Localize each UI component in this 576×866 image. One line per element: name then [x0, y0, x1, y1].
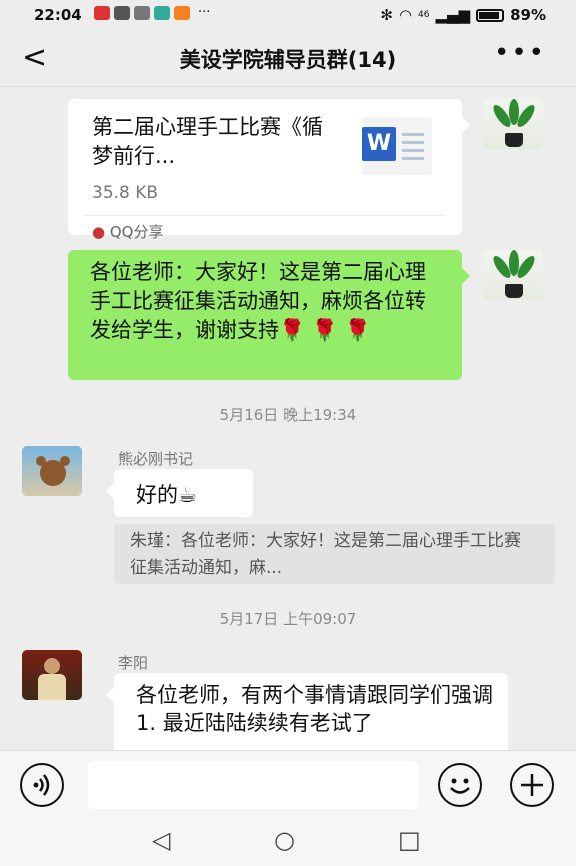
- system-recents-button[interactable]: □: [398, 826, 421, 854]
- notification-icons: ···: [94, 5, 210, 20]
- message-list[interactable]: 第二届心理手工比赛《循梦前行... 35.8 KB W ● QQ分享 各位老师：…: [0, 86, 576, 750]
- bluetooth-icon: ✻: [380, 6, 393, 24]
- chat-title: 美设学院辅导员群(14): [179, 48, 397, 72]
- clock: 22:04: [34, 6, 82, 24]
- wifi-icon: ◠: [398, 6, 413, 24]
- file-source: ● QQ分享: [92, 223, 164, 241]
- battery-icon: [476, 8, 505, 22]
- qq-icon: ●: [92, 223, 106, 241]
- voice-icon[interactable]: [20, 763, 64, 807]
- status-bar: 22:04 ··· ✻ ◠ 46 ▂▄▆ 89%: [0, 0, 576, 30]
- system-status: ✻ ◠ 46 ▂▄▆ 89%: [380, 6, 546, 24]
- sender-name: 李阳: [118, 654, 149, 672]
- file-name: 第二届心理手工比赛《循梦前行...: [92, 115, 323, 168]
- more-options-button[interactable]: •••: [494, 38, 546, 68]
- timestamp: 5月17日 上午09:07: [219, 610, 357, 628]
- app-notification-icon: [114, 5, 130, 20]
- avatar[interactable]: [22, 446, 82, 496]
- system-home-button[interactable]: ○: [274, 826, 295, 854]
- own-text-message[interactable]: 各位老师：大家好！这是第二届心理手工比赛征集活动通知，麻烦各位转发给学生，谢谢支…: [68, 250, 470, 380]
- sender-name: 熊必刚书记: [118, 450, 194, 468]
- avatar[interactable]: [22, 650, 82, 700]
- avatar[interactable]: [483, 99, 543, 149]
- file-size: 35.8 KB: [92, 183, 159, 203]
- video-notification-icon: [174, 5, 190, 20]
- divider: [84, 215, 446, 216]
- file-message[interactable]: 第二届心理手工比赛《循梦前行... 35.8 KB W ● QQ分享: [68, 99, 470, 241]
- text-message[interactable]: 好的☕: [106, 469, 253, 517]
- chat-notification-icon: [154, 5, 170, 20]
- message-text: 各位老师：大家好！这是第二届心理手工比赛征集活动通知，麻烦各位转发给学生，谢谢支…: [90, 260, 426, 342]
- more-notifications-icon: ···: [198, 5, 211, 20]
- avatar[interactable]: [483, 250, 543, 300]
- plus-icon[interactable]: [510, 763, 554, 807]
- system-back-button[interactable]: ◁: [152, 826, 170, 854]
- timestamp: 5月16日 晚上19:34: [219, 406, 357, 424]
- qq-notification-icon: [94, 5, 110, 20]
- signal-icon: ▂▄▆: [435, 6, 471, 24]
- text-message[interactable]: 各位老师，有两个事情请跟同学们强调 1. 最近陆陆续续有老试了: [106, 673, 508, 750]
- emoji-icon[interactable]: [438, 763, 482, 807]
- battery-percent: 89%: [510, 6, 546, 24]
- input-bar: [0, 750, 576, 817]
- message-text: 各位老师，有两个事情请跟同学们强调 1. 最近陆陆续续有老试了: [136, 683, 493, 735]
- message-text: 好的☕: [136, 483, 197, 507]
- network-type: 46: [418, 10, 430, 20]
- chat-header: < 美设学院辅导员群(14) •••: [0, 30, 576, 87]
- link-notification-icon: [134, 5, 150, 20]
- message-input[interactable]: [88, 761, 418, 809]
- word-document-icon: W: [362, 117, 432, 175]
- quoted-message[interactable]: 朱瑾：各位老师：大家好！这是第二届心理手工比赛征集活动通知，麻...: [114, 524, 555, 584]
- system-navigation: ◁ ○ □: [0, 816, 576, 866]
